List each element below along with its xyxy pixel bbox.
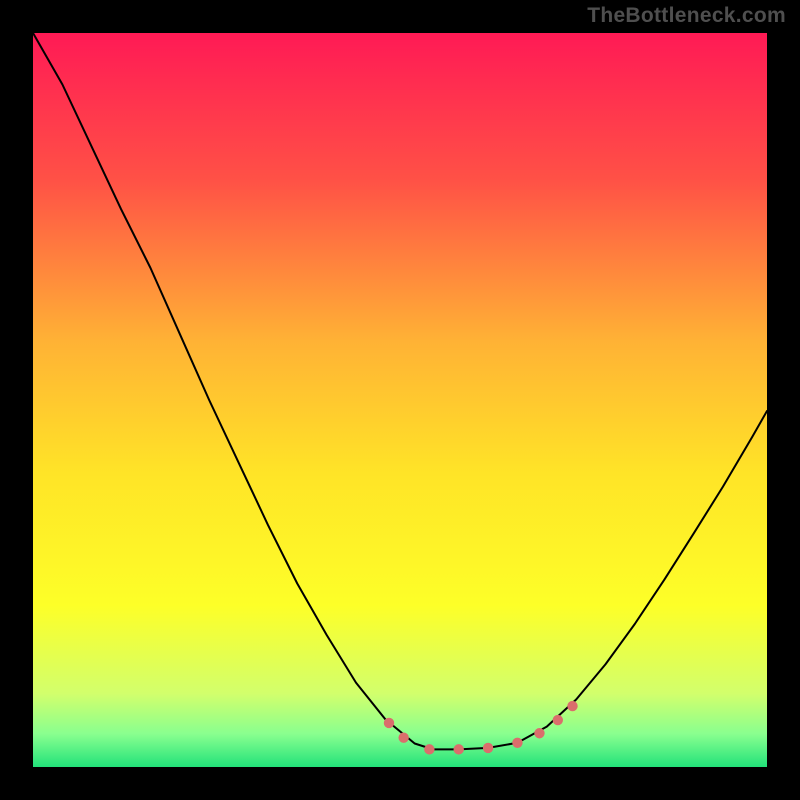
- marker-dot: [512, 738, 522, 748]
- watermark-text: TheBottleneck.com: [587, 4, 786, 28]
- plot-area: [33, 33, 767, 767]
- marker-dot: [424, 744, 434, 754]
- marker-dot: [384, 718, 394, 728]
- chart-stage: TheBottleneck.com: [0, 0, 800, 800]
- marker-dot: [398, 732, 408, 742]
- marker-dot: [454, 744, 464, 754]
- marker-dot: [534, 728, 544, 738]
- gradient-background: [33, 33, 767, 767]
- marker-dot: [553, 715, 563, 725]
- marker-dot: [567, 701, 577, 711]
- marker-dot: [483, 743, 493, 753]
- bottleneck-chart: [33, 33, 767, 767]
